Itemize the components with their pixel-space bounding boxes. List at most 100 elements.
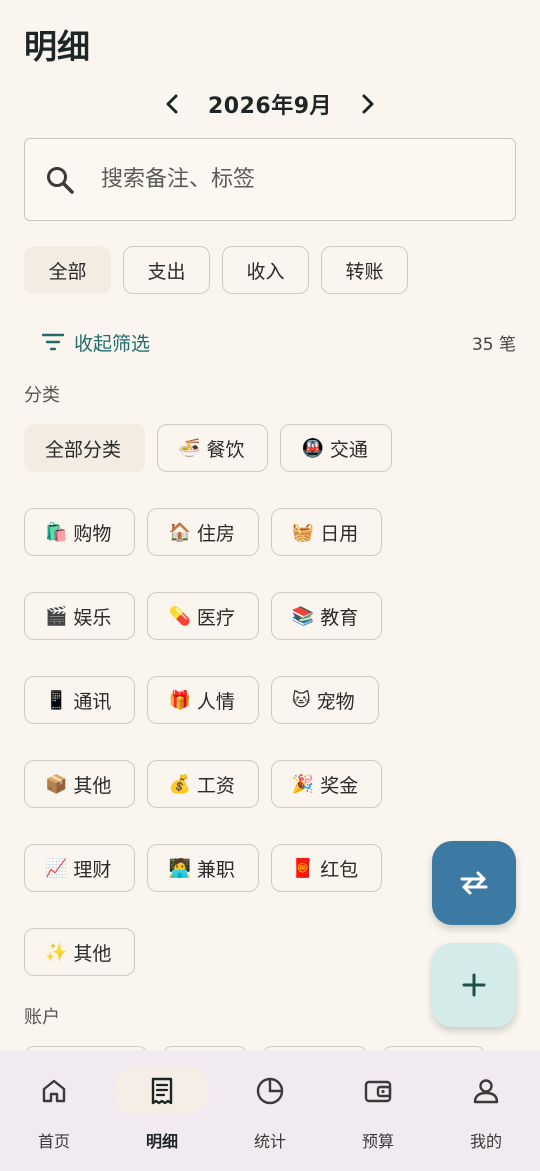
basket-icon: 🧺	[291, 521, 315, 543]
category-chip[interactable]: 📱 通讯	[24, 676, 136, 724]
category-row: 📈 理财 🧑‍💻 兼职 🧧 红包	[24, 844, 383, 892]
cat-face-icon: 🐱	[291, 689, 311, 711]
swap-arrows-icon	[460, 871, 488, 895]
category-chip[interactable]: 🍜 餐饮	[157, 424, 269, 472]
category-label: 兼职	[196, 858, 235, 881]
wallet-icon	[364, 1080, 392, 1103]
collapse-filter-label: 收起筛选	[74, 332, 151, 355]
category-chip[interactable]: 🚇 交通	[280, 424, 392, 472]
category-chip[interactable]: 🏠 住房	[147, 508, 259, 556]
category-chip-all[interactable]: 全部分类	[24, 424, 146, 472]
technologist-icon: 🧑‍💻	[168, 857, 191, 879]
prev-month-button[interactable]	[154, 86, 190, 122]
category-label: 其他	[73, 774, 112, 797]
nav-label: 统计	[253, 1132, 286, 1151]
month-navigator: 2026年9月	[0, 84, 540, 124]
books-icon: 📚	[291, 605, 315, 627]
category-section-label: 分类	[24, 385, 60, 406]
category-chip[interactable]: 🛍️ 购物	[24, 508, 136, 556]
nav-item-profile[interactable]: 我的	[432, 1050, 540, 1171]
search-icon	[47, 166, 74, 194]
category-chip[interactable]: 🧑‍💻 兼职	[147, 844, 259, 892]
category-chip[interactable]: 🎁 人情	[147, 676, 259, 724]
filter-row: 收起筛选 35 笔	[24, 322, 516, 362]
phone-icon: 📱	[45, 689, 68, 711]
category-label: 工资	[196, 774, 235, 797]
tab-expense[interactable]: 支出	[123, 246, 210, 294]
type-tabs: 全部 支出 收入 转账	[24, 246, 408, 294]
plus-icon	[462, 973, 486, 997]
nav-item-details[interactable]: 明细	[108, 1050, 216, 1171]
category-chip[interactable]: 💰 工资	[147, 760, 259, 808]
category-label: 娱乐	[73, 606, 112, 629]
filter-icon	[42, 333, 64, 351]
record-count: 35 笔	[471, 334, 516, 355]
category-chip[interactable]: 📦 其他	[24, 760, 136, 808]
category-label: 通讯	[73, 690, 112, 713]
chevron-right-icon	[362, 94, 374, 114]
collapse-filter-button[interactable]: 收起筛选	[24, 329, 150, 356]
category-chip[interactable]: 🧺 日用	[270, 508, 383, 556]
party-popper-icon: 🎉	[291, 773, 315, 795]
tab-all[interactable]: 全部	[24, 246, 111, 294]
category-label: 教育	[320, 606, 359, 629]
gift-icon: 🎁	[168, 689, 191, 711]
category-label: 医疗	[196, 606, 235, 629]
bottom-navigation: 首页 明细 统计 预算 我的	[0, 1050, 540, 1171]
chart-up-icon: 📈	[45, 857, 68, 879]
category-chip[interactable]: 🐱 宠物	[270, 676, 379, 724]
sparkles-icon: ✨	[45, 941, 68, 963]
add-record-fab-button[interactable]	[432, 943, 516, 1027]
chevron-left-icon	[166, 94, 178, 114]
account-section-label: 账户	[24, 1007, 60, 1028]
home-icon	[42, 1079, 66, 1103]
nav-item-home[interactable]: 首页	[0, 1050, 108, 1171]
nav-label: 明细	[145, 1132, 178, 1151]
pie-chart-icon	[256, 1077, 284, 1105]
package-icon: 📦	[45, 773, 68, 795]
nav-item-budget[interactable]: 预算	[324, 1050, 432, 1171]
category-label: 红包	[320, 858, 359, 881]
category-row: 全部分类 🍜 餐饮 🚇 交通	[24, 424, 392, 472]
category-label: 餐饮	[206, 438, 245, 461]
metro-icon: 🚇	[301, 437, 324, 459]
search-input[interactable]	[101, 167, 481, 192]
person-icon	[473, 1079, 499, 1104]
category-row: ✨ 其他	[24, 928, 136, 976]
category-row: 📱 通讯 🎁 人情 🐱 宠物	[24, 676, 379, 724]
search-box[interactable]	[24, 138, 516, 221]
category-chip[interactable]: 🧧 红包	[270, 844, 383, 892]
receipt-icon	[151, 1077, 173, 1105]
shopping-bag-icon: 🛍️	[45, 521, 68, 543]
pill-icon: 💊	[168, 605, 191, 627]
category-label: 奖金	[320, 774, 359, 797]
tab-income[interactable]: 收入	[222, 246, 309, 294]
next-month-button[interactable]	[350, 86, 386, 122]
category-chip[interactable]: 🎬 娱乐	[24, 592, 136, 640]
category-label: 全部分类	[45, 438, 122, 461]
category-chip[interactable]: 💊 医疗	[147, 592, 259, 640]
category-label: 日用	[320, 522, 359, 545]
category-chip[interactable]: 📈 理财	[24, 844, 136, 892]
page-title: 明细	[24, 27, 90, 66]
tab-transfer[interactable]: 转账	[321, 246, 408, 294]
clapper-icon: 🎬	[45, 605, 68, 627]
nav-label: 首页	[37, 1132, 70, 1151]
category-chip[interactable]: 🎉 奖金	[270, 760, 383, 808]
month-label: 2026年9月	[207, 94, 333, 119]
category-chip[interactable]: ✨ 其他	[24, 928, 136, 976]
transfer-fab-button[interactable]	[432, 841, 516, 925]
category-row: 🎬 娱乐 💊 医疗 📚 教育	[24, 592, 383, 640]
noodle-bowl-icon: 🍜	[178, 437, 201, 459]
nav-label: 预算	[361, 1132, 394, 1151]
category-label: 人情	[196, 690, 235, 713]
category-label: 其他	[73, 942, 112, 965]
category-chip[interactable]: 📚 教育	[270, 592, 383, 640]
category-label: 宠物	[316, 690, 355, 713]
red-envelope-icon: 🧧	[291, 857, 315, 879]
category-label: 购物	[73, 522, 112, 545]
category-label: 理财	[73, 858, 112, 881]
nav-label: 我的	[469, 1132, 502, 1151]
category-label: 交通	[329, 438, 368, 461]
nav-item-statistics[interactable]: 统计	[216, 1050, 324, 1171]
